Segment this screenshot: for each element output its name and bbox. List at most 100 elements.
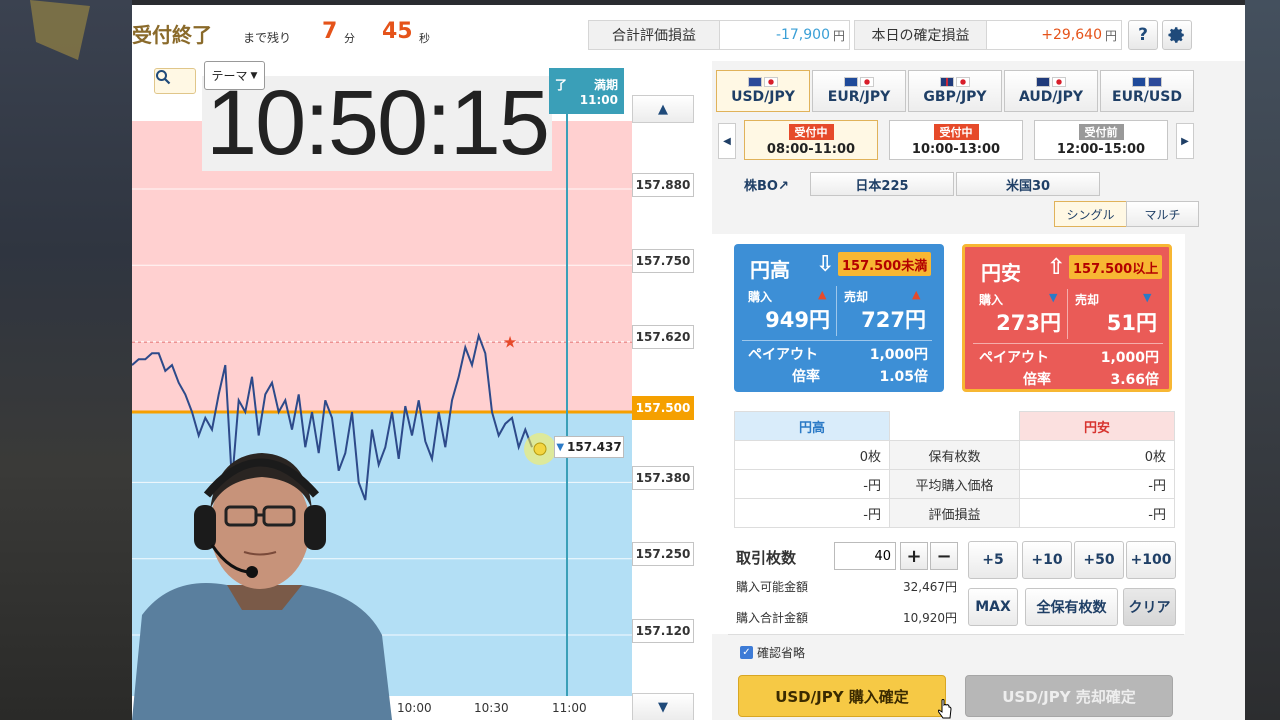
remaining-label: まで残り xyxy=(243,31,292,45)
available-amount-label: 購入可能金額 xyxy=(736,580,809,594)
gear-icon xyxy=(1168,27,1184,43)
holdings-blank xyxy=(889,411,1020,441)
yen-low-card[interactable]: 円安 ⇧ 157.500以上 購入 ▼ 売却 ▼ 273円 51円 ペイアウト 1… xyxy=(962,244,1172,392)
target-price-label: 157.500 xyxy=(632,396,694,420)
holdings-low-pl: -円 xyxy=(1019,498,1175,528)
session-1200-1500[interactable]: 受付前 12:00-15:00 xyxy=(1034,120,1168,160)
theme-label: テーマ xyxy=(211,69,248,83)
rate-row: 倍率 3.66倍 xyxy=(979,369,1159,389)
total-amount-value: 10,920円 xyxy=(903,611,957,625)
table-row: -円 平均購入価格 -円 xyxy=(734,469,1175,499)
pair-tab-audjpy[interactable]: AUD/JPY xyxy=(1004,70,1098,112)
us-flag-icon xyxy=(1148,77,1162,87)
pair-label: GBP/JPY xyxy=(923,89,987,105)
session-time: 10:00-13:00 xyxy=(911,141,1001,157)
mode-single-button[interactable]: シングル xyxy=(1054,201,1127,227)
all-holdings-button[interactable]: 全保有枚数 xyxy=(1025,588,1118,626)
today-pl-label: 本日の確定損益 xyxy=(855,21,987,49)
holdings-high-avg: -円 xyxy=(734,469,890,499)
session-next-button[interactable]: ▶ xyxy=(1176,123,1194,159)
add-100-button[interactable]: +100 xyxy=(1126,541,1176,579)
today-pl-value: +29,640 円 xyxy=(1041,27,1117,43)
au-flag-icon xyxy=(1036,77,1050,87)
pair-label: USD/JPY xyxy=(731,89,795,105)
triangle-up-icon: ▲ xyxy=(818,288,827,301)
settings-button[interactable] xyxy=(1162,20,1192,50)
us-flag-icon xyxy=(748,77,762,87)
yen-high-card[interactable]: 円高 ⇩ 157.500未満 購入 ▲ 売却 ▲ 949円 727円 ペイアウト… xyxy=(734,244,944,392)
add-50-button[interactable]: +50 xyxy=(1074,541,1124,579)
session-1000-1300[interactable]: 受付中 10:00-13:00 xyxy=(889,120,1023,160)
mode-multi-button[interactable]: マルチ xyxy=(1126,201,1199,227)
card-title: 円高 xyxy=(750,258,790,282)
available-amount-value: 32,467円 xyxy=(903,580,957,594)
session-time: 12:00-15:00 xyxy=(1056,141,1146,157)
buy-confirm-button[interactable]: USD/JPY 購入確定 xyxy=(738,675,946,717)
price-label: 157.380 xyxy=(632,466,694,490)
holdings-low-count: 0枚 xyxy=(1019,440,1175,470)
clock-overlay: 10:50:15 xyxy=(202,72,552,174)
scroll-down-button[interactable]: ▼ xyxy=(632,693,694,720)
rate-value: 1.05倍 xyxy=(879,369,928,385)
scroll-up-button[interactable]: ▲ xyxy=(632,95,694,123)
eu-flag-icon xyxy=(1132,77,1146,87)
time-label: 10:30 xyxy=(474,701,509,715)
quantity-input[interactable] xyxy=(834,542,896,570)
eu-flag-icon xyxy=(844,77,858,87)
streamer-picture xyxy=(132,453,392,720)
expiry-prefix: 了 xyxy=(555,77,568,92)
pair-tab-usdjpy[interactable]: USD/JPY xyxy=(716,70,810,112)
current-price-box: ▼ 157.437 xyxy=(554,436,624,458)
holdings-high-count: 0枚 xyxy=(734,440,890,470)
star-marker-icon: ★ xyxy=(503,333,517,352)
add-5-button[interactable]: +5 xyxy=(968,541,1018,579)
holdings-row-label: 平均購入価格 xyxy=(889,469,1020,499)
total-pl-label: 合計評価損益 xyxy=(589,21,720,49)
quantity-minus-button[interactable]: − xyxy=(930,542,958,570)
skip-confirm-checkbox[interactable]: ✓ 確認省略 xyxy=(740,644,805,661)
price-label: 157.250 xyxy=(632,542,694,566)
price-label: 157.620 xyxy=(632,325,694,349)
session-status-badge: 受付中 xyxy=(788,123,834,140)
expiry-tag: 了 満期 11:00 xyxy=(549,68,624,114)
pair-label: EUR/USD xyxy=(1112,89,1182,105)
checkmark-icon: ✓ xyxy=(740,646,753,659)
price-label: 157.750 xyxy=(632,249,694,273)
session-0800-1100[interactable]: 受付中 08:00-11:00 xyxy=(744,120,878,160)
stock-nikkei225-button[interactable]: 日本225 xyxy=(810,172,954,196)
pair-tab-eurusd[interactable]: EUR/USD xyxy=(1100,70,1194,112)
price-label: 157.120 xyxy=(632,619,694,643)
sell-label: 売却 xyxy=(1075,293,1100,307)
payout-value: 1,000円 xyxy=(869,347,928,363)
clear-button[interactable]: クリア xyxy=(1123,588,1176,626)
theme-dropdown[interactable]: テーマ ▼ xyxy=(204,61,265,90)
quantity-plus-button[interactable]: + xyxy=(900,542,928,570)
session-status-badge: 受付前 xyxy=(1078,123,1124,140)
max-button[interactable]: MAX xyxy=(968,588,1018,626)
payout-value: 1,000円 xyxy=(1100,350,1159,366)
card-title: 円安 xyxy=(981,261,1021,285)
zoom-button[interactable] xyxy=(154,68,196,94)
jp-flag-icon xyxy=(1052,77,1066,87)
pair-tab-eurjpy[interactable]: EUR/JPY xyxy=(812,70,906,112)
pair-tab-gbpjpy[interactable]: GBP/JPY xyxy=(908,70,1002,112)
holdings-low-avg: -円 xyxy=(1019,469,1175,499)
time-label: 11:00 xyxy=(552,701,587,715)
buy-label: 購入 xyxy=(979,293,1004,307)
pair-label: EUR/JPY xyxy=(827,89,891,105)
pair-label: AUD/JPY xyxy=(1018,89,1084,105)
sell-label: 売却 xyxy=(844,290,869,304)
table-row: -円 評価損益 -円 xyxy=(734,498,1175,528)
help-button[interactable]: ? xyxy=(1128,20,1158,50)
session-prev-button[interactable]: ◀ xyxy=(718,123,736,159)
stock-bo-link[interactable]: 株BO↗ xyxy=(744,175,789,194)
sell-confirm-button[interactable]: USD/JPY 売却確定 xyxy=(965,675,1173,717)
card-condition: 157.500未満 xyxy=(838,252,932,276)
buy-price: 273円 xyxy=(996,311,1061,335)
add-10-button[interactable]: +10 xyxy=(1022,541,1072,579)
stock-us30-button[interactable]: 米国30 xyxy=(956,172,1100,196)
rate-label: 倍率 xyxy=(792,369,820,385)
help-icon: ? xyxy=(1138,25,1148,45)
table-row: 0枚 保有枚数 0枚 xyxy=(734,440,1175,470)
caret-down-icon: ▼ xyxy=(250,70,258,81)
